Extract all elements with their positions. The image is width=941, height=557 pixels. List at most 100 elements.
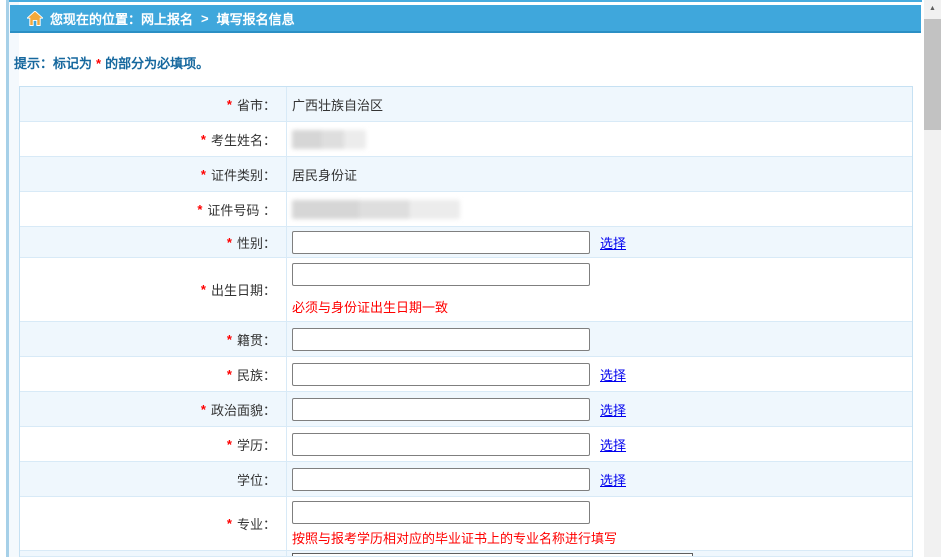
value-political-status: 选择	[287, 392, 912, 426]
label-education: * 学历：	[20, 427, 287, 461]
birth-date-note: 必须与身份证出生日期一致	[292, 297, 448, 316]
value-native-place	[287, 322, 912, 356]
hint-required-star: *	[96, 56, 101, 71]
vertical-scrollbar[interactable]: ▲	[924, 0, 941, 557]
label-text: 籍贯：	[237, 330, 276, 349]
label-next-field	[20, 551, 287, 556]
hint-prefix: 提示：	[14, 56, 53, 71]
breadcrumb-location-label: 您现在的位置：	[50, 9, 141, 28]
left-margin-strip	[9, 0, 19, 557]
form-row-political-status: * 政治面貌： 选择	[20, 392, 912, 427]
value-gender: 选择	[287, 227, 912, 257]
value-id-type: 居民身份证	[287, 157, 912, 191]
label-text: 考生姓名：	[211, 130, 276, 149]
scrollbar-thumb[interactable]	[924, 19, 941, 130]
label-text: 性别：	[237, 233, 276, 252]
label-text: 专业：	[237, 514, 276, 533]
value-birth-date: 必须与身份证出生日期一致	[287, 258, 912, 321]
value-province: 广西壮族自治区	[287, 87, 912, 121]
scrollbar-up-icon[interactable]: ▲	[924, 0, 941, 17]
required-star: *	[227, 97, 232, 112]
major-note: 按照与报考学历相对应的毕业证书上的专业名称进行填写	[292, 528, 617, 547]
form-row-major: * 专业： 按照与报考学历相对应的毕业证书上的专业名称进行填写	[20, 497, 912, 551]
value-major: 按照与报考学历相对应的毕业证书上的专业名称进行填写	[287, 497, 912, 550]
gender-input[interactable]	[292, 231, 590, 254]
form-row-province: * 省市： 广西壮族自治区	[20, 87, 912, 122]
form-row-birth-date: * 出生日期： 必须与身份证出生日期一致	[20, 258, 912, 322]
id-type-value-text: 居民身份证	[292, 165, 357, 184]
required-star: *	[201, 132, 206, 147]
form-row-next-field	[20, 551, 912, 557]
label-political-status: * 政治面貌：	[20, 392, 287, 426]
required-star: *	[227, 332, 232, 347]
label-degree: 学位：	[20, 462, 287, 496]
required-star: *	[227, 235, 232, 250]
required-fields-hint: 提示：标记为 * 的部分为必填项。	[14, 53, 209, 72]
required-star: *	[201, 167, 206, 182]
birth-date-input[interactable]	[292, 263, 590, 286]
label-text: 学历：	[237, 435, 276, 454]
ethnicity-input[interactable]	[292, 363, 590, 386]
id-number-masked-value	[292, 200, 460, 219]
label-candidate-name: * 考生姓名：	[20, 122, 287, 156]
form-row-degree: 学位： 选择	[20, 462, 912, 497]
required-star: *	[227, 437, 232, 452]
form-row-id-number: * 证件号码 ：	[20, 192, 912, 227]
required-star: *	[227, 516, 232, 531]
political-status-input[interactable]	[292, 398, 590, 421]
breadcrumb-current-page: 填写报名信息	[217, 9, 295, 28]
native-place-input[interactable]	[292, 328, 590, 351]
value-ethnicity: 选择	[287, 357, 912, 391]
value-candidate-name	[287, 122, 912, 156]
label-text: 民族：	[237, 365, 276, 384]
gender-select-link[interactable]: 选择	[600, 233, 626, 252]
label-gender: * 性别：	[20, 227, 287, 257]
label-id-type: * 证件类别：	[20, 157, 287, 191]
label-text: 省市：	[237, 95, 276, 114]
form-row-candidate-name: * 考生姓名：	[20, 122, 912, 157]
label-id-number: * 证件号码 ：	[20, 192, 287, 226]
next-field-input-partial[interactable]	[292, 553, 693, 556]
label-birth-date: * 出生日期：	[20, 258, 287, 321]
label-major: * 专业：	[20, 497, 287, 550]
label-text: 出生日期：	[211, 280, 276, 299]
political-status-select-link[interactable]: 选择	[600, 400, 626, 419]
form-row-education: * 学历： 选择	[20, 427, 912, 462]
value-id-number	[287, 192, 912, 226]
degree-input[interactable]	[292, 468, 590, 491]
education-input[interactable]	[292, 433, 590, 456]
label-native-place: * 籍贯：	[20, 322, 287, 356]
form-row-native-place: * 籍贯：	[20, 322, 912, 357]
label-text: 学位：	[237, 470, 276, 489]
value-next-field	[287, 551, 912, 556]
label-ethnicity: * 民族：	[20, 357, 287, 391]
required-star: *	[227, 367, 232, 382]
degree-select-link[interactable]: 选择	[600, 470, 626, 489]
label-text: 证件号码 ：	[207, 200, 276, 219]
province-value-text: 广西壮族自治区	[292, 95, 383, 114]
candidate-name-masked-value	[292, 130, 366, 149]
top-border-line	[9, 0, 922, 2]
label-province: * 省市：	[20, 87, 287, 121]
label-text: 证件类别：	[211, 165, 276, 184]
ethnicity-select-link[interactable]: 选择	[600, 365, 626, 384]
hint-before-star: 标记为	[53, 56, 92, 71]
breadcrumb-bar: 您现在的位置： 网上报名 > 填写报名信息	[10, 5, 921, 33]
education-select-link[interactable]: 选择	[600, 435, 626, 454]
required-star: *	[201, 402, 206, 417]
value-degree: 选择	[287, 462, 912, 496]
required-star: *	[197, 202, 202, 217]
registration-form-table: * 省市： 广西壮族自治区 * 考生姓名： * 证件类别： 居民身份证 * 证件号码 ： * 性别： 选…	[19, 86, 913, 557]
major-input[interactable]	[292, 501, 590, 524]
label-text: 政治面貌：	[211, 400, 276, 419]
form-row-ethnicity: * 民族： 选择	[20, 357, 912, 392]
hint-after-star: 的部分为必填项。	[105, 56, 209, 71]
home-icon	[27, 11, 43, 26]
form-row-id-type: * 证件类别： 居民身份证	[20, 157, 912, 192]
required-star: *	[201, 282, 206, 297]
form-row-gender: * 性别： 选择	[20, 227, 912, 258]
breadcrumb-link-online-registration[interactable]: 网上报名	[141, 9, 193, 28]
left-border-line	[6, 0, 9, 557]
breadcrumb-separator: >	[201, 11, 209, 26]
value-education: 选择	[287, 427, 912, 461]
